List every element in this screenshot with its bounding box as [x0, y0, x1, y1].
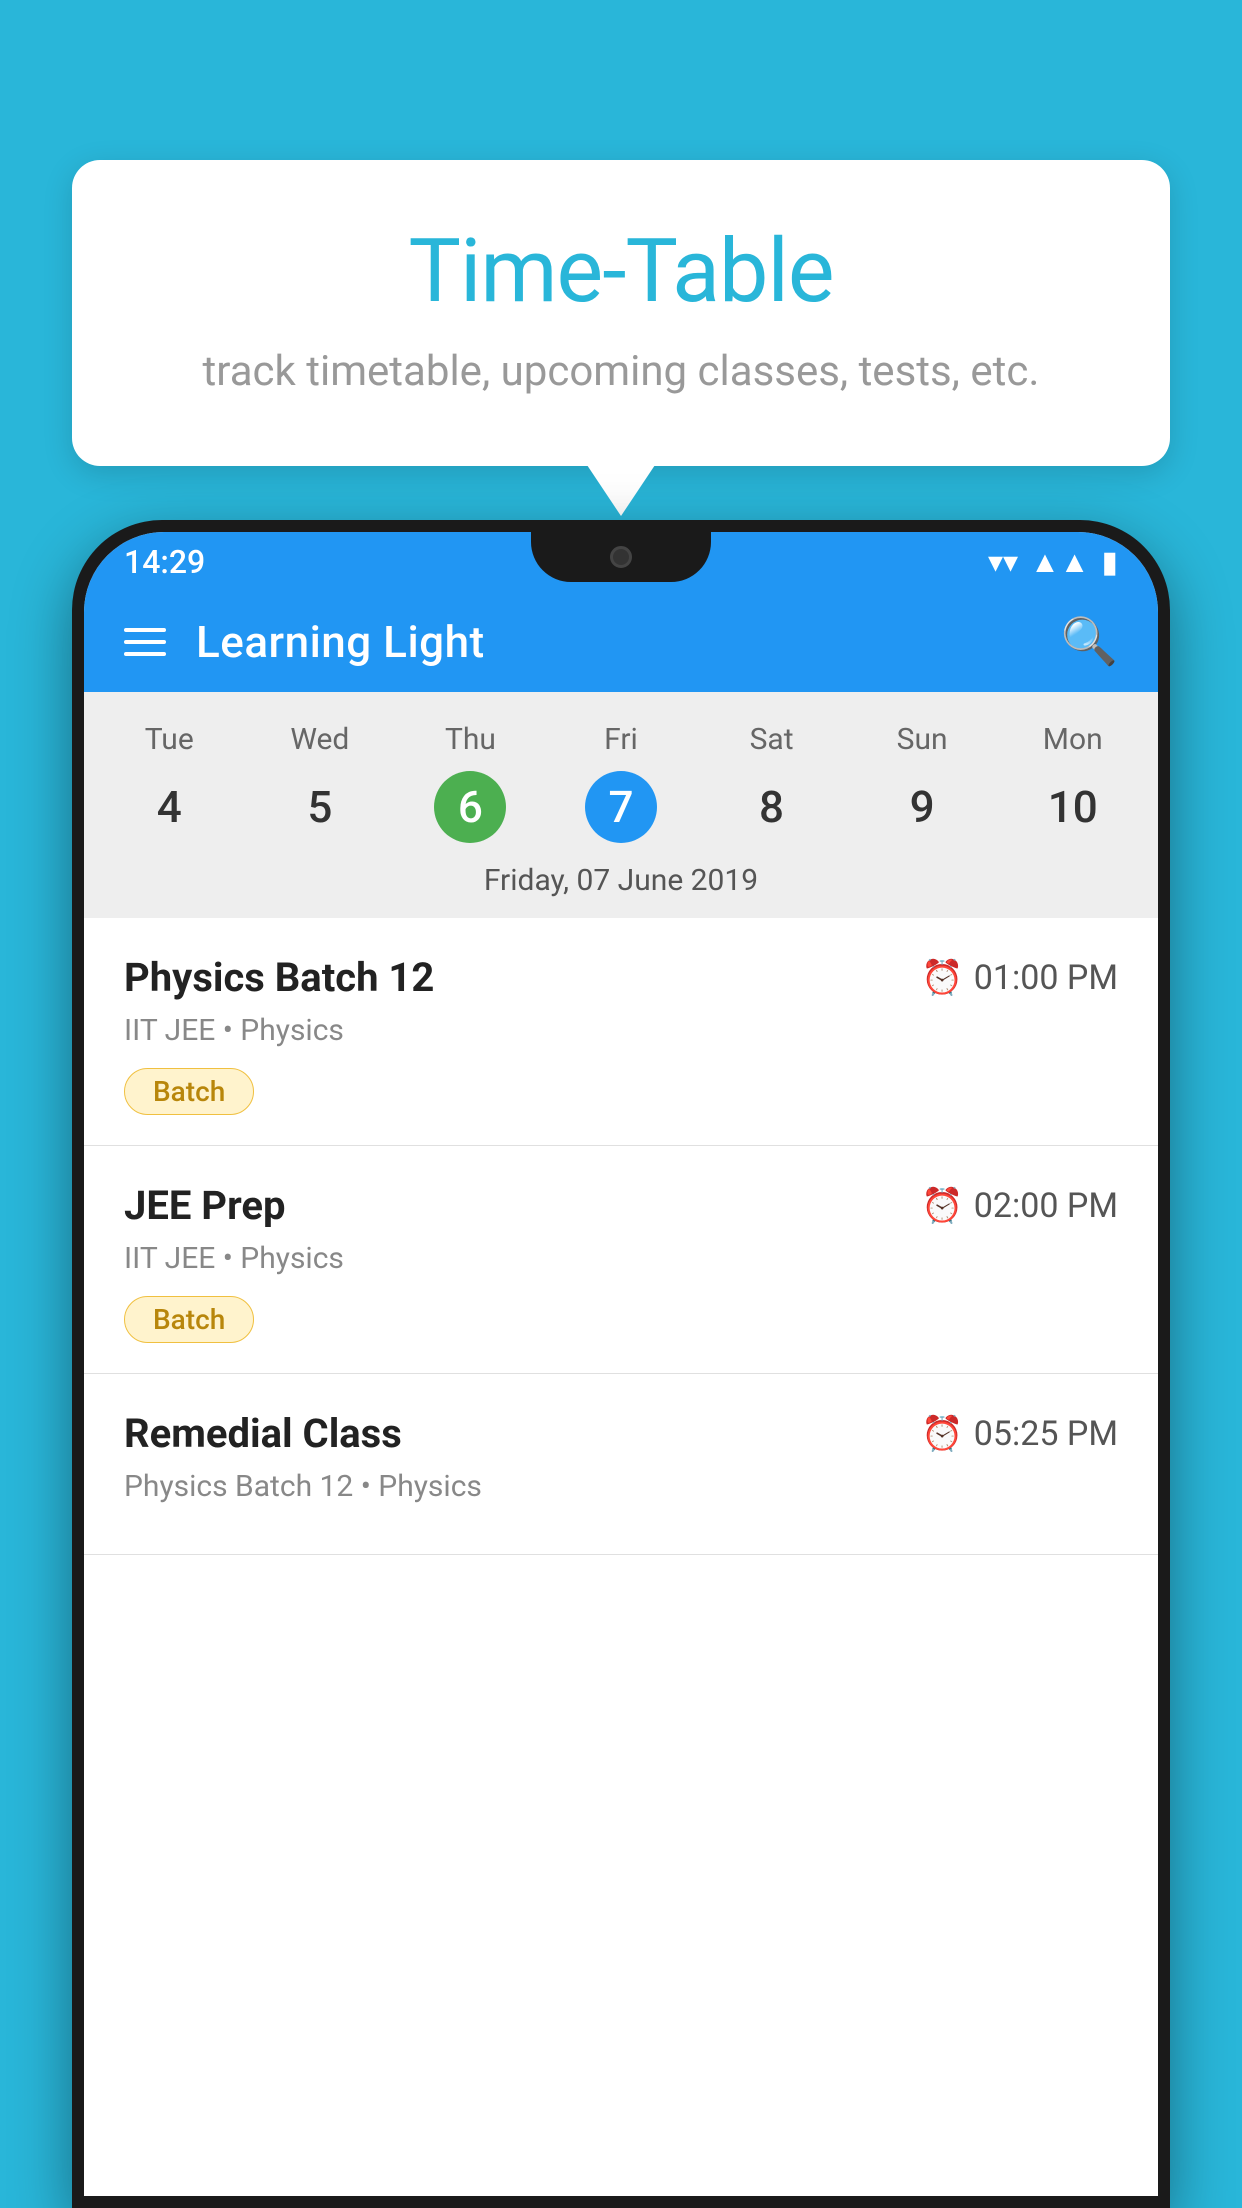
day-numbers: 4 5 6 7 8 9 10 — [84, 767, 1158, 847]
class-item-physics-batch-12[interactable]: Physics Batch 12 ⏰ 01:00 PM IIT JEE • Ph… — [84, 918, 1158, 1146]
day-header-sun: Sun — [847, 712, 998, 767]
day-header-fri: Fri — [546, 712, 697, 767]
day-header-thu: Thu — [395, 712, 546, 767]
class-time-3: ⏰ 05:25 PM — [921, 1414, 1118, 1454]
class-meta-2: IIT JEE • Physics — [124, 1241, 1118, 1276]
day-7-selected[interactable]: 7 — [585, 771, 657, 843]
speech-bubble: Time-Table track timetable, upcoming cla… — [72, 160, 1170, 466]
class-list: Physics Batch 12 ⏰ 01:00 PM IIT JEE • Ph… — [84, 918, 1158, 2196]
day-header-tue: Tue — [94, 712, 245, 767]
search-icon[interactable]: 🔍 — [1061, 615, 1118, 669]
class-time-value-2: 02:00 PM — [974, 1186, 1118, 1226]
class-item-remedial[interactable]: Remedial Class ⏰ 05:25 PM Physics Batch … — [84, 1374, 1158, 1555]
day-header-mon: Mon — [997, 712, 1148, 767]
hamburger-menu[interactable] — [124, 628, 166, 656]
day-10[interactable]: 10 — [997, 767, 1148, 847]
app-bar: Learning Light 🔍 — [84, 592, 1158, 692]
notch — [531, 532, 711, 582]
status-icons: ▾▾ ▲▲ ▮ — [988, 545, 1118, 580]
calendar-strip: Tue Wed Thu Fri Sat Sun Mon 4 5 6 7 8 9 … — [84, 692, 1158, 918]
class-time-2: ⏰ 02:00 PM — [921, 1186, 1118, 1226]
bubble-title: Time-Table — [142, 220, 1100, 323]
batch-badge-2: Batch — [124, 1296, 254, 1343]
day-5[interactable]: 5 — [245, 767, 396, 847]
front-camera — [610, 546, 632, 568]
class-name-2: JEE Prep — [124, 1182, 285, 1229]
day-headers: Tue Wed Thu Fri Sat Sun Mon — [84, 712, 1158, 767]
class-time-1: ⏰ 01:00 PM — [921, 958, 1118, 998]
day-4[interactable]: 4 — [94, 767, 245, 847]
class-item-header-2: JEE Prep ⏰ 02:00 PM — [124, 1182, 1118, 1229]
class-meta-3: Physics Batch 12 • Physics — [124, 1469, 1118, 1504]
wifi-icon: ▾▾ — [988, 545, 1018, 580]
class-time-value-1: 01:00 PM — [974, 958, 1118, 998]
day-header-sat: Sat — [696, 712, 847, 767]
clock-icon-2: ⏰ — [921, 1186, 963, 1226]
class-name-1: Physics Batch 12 — [124, 954, 434, 1001]
phone-inner: 14:29 ▾▾ ▲▲ ▮ Learning Light 🔍 — [84, 532, 1158, 2196]
battery-icon: ▮ — [1101, 545, 1118, 580]
status-time: 14:29 — [124, 543, 205, 581]
class-time-value-3: 05:25 PM — [974, 1414, 1118, 1454]
class-item-header-1: Physics Batch 12 ⏰ 01:00 PM — [124, 954, 1118, 1001]
bubble-subtitle: track timetable, upcoming classes, tests… — [142, 347, 1100, 396]
class-name-3: Remedial Class — [124, 1410, 402, 1457]
day-8[interactable]: 8 — [696, 767, 847, 847]
day-9[interactable]: 9 — [847, 767, 998, 847]
class-item-header-3: Remedial Class ⏰ 05:25 PM — [124, 1410, 1118, 1457]
class-meta-1: IIT JEE • Physics — [124, 1013, 1118, 1048]
clock-icon-3: ⏰ — [921, 1414, 963, 1454]
signal-icon: ▲▲ — [1030, 545, 1089, 580]
day-6-today[interactable]: 6 — [434, 771, 506, 843]
phone-frame: 14:29 ▾▾ ▲▲ ▮ Learning Light 🔍 — [72, 520, 1170, 2208]
app-title: Learning Light — [196, 616, 1031, 668]
clock-icon-1: ⏰ — [921, 958, 963, 998]
class-item-jee-prep[interactable]: JEE Prep ⏰ 02:00 PM IIT JEE • Physics Ba… — [84, 1146, 1158, 1374]
batch-badge-1: Batch — [124, 1068, 254, 1115]
selected-date: Friday, 07 June 2019 — [84, 847, 1158, 918]
day-header-wed: Wed — [245, 712, 396, 767]
